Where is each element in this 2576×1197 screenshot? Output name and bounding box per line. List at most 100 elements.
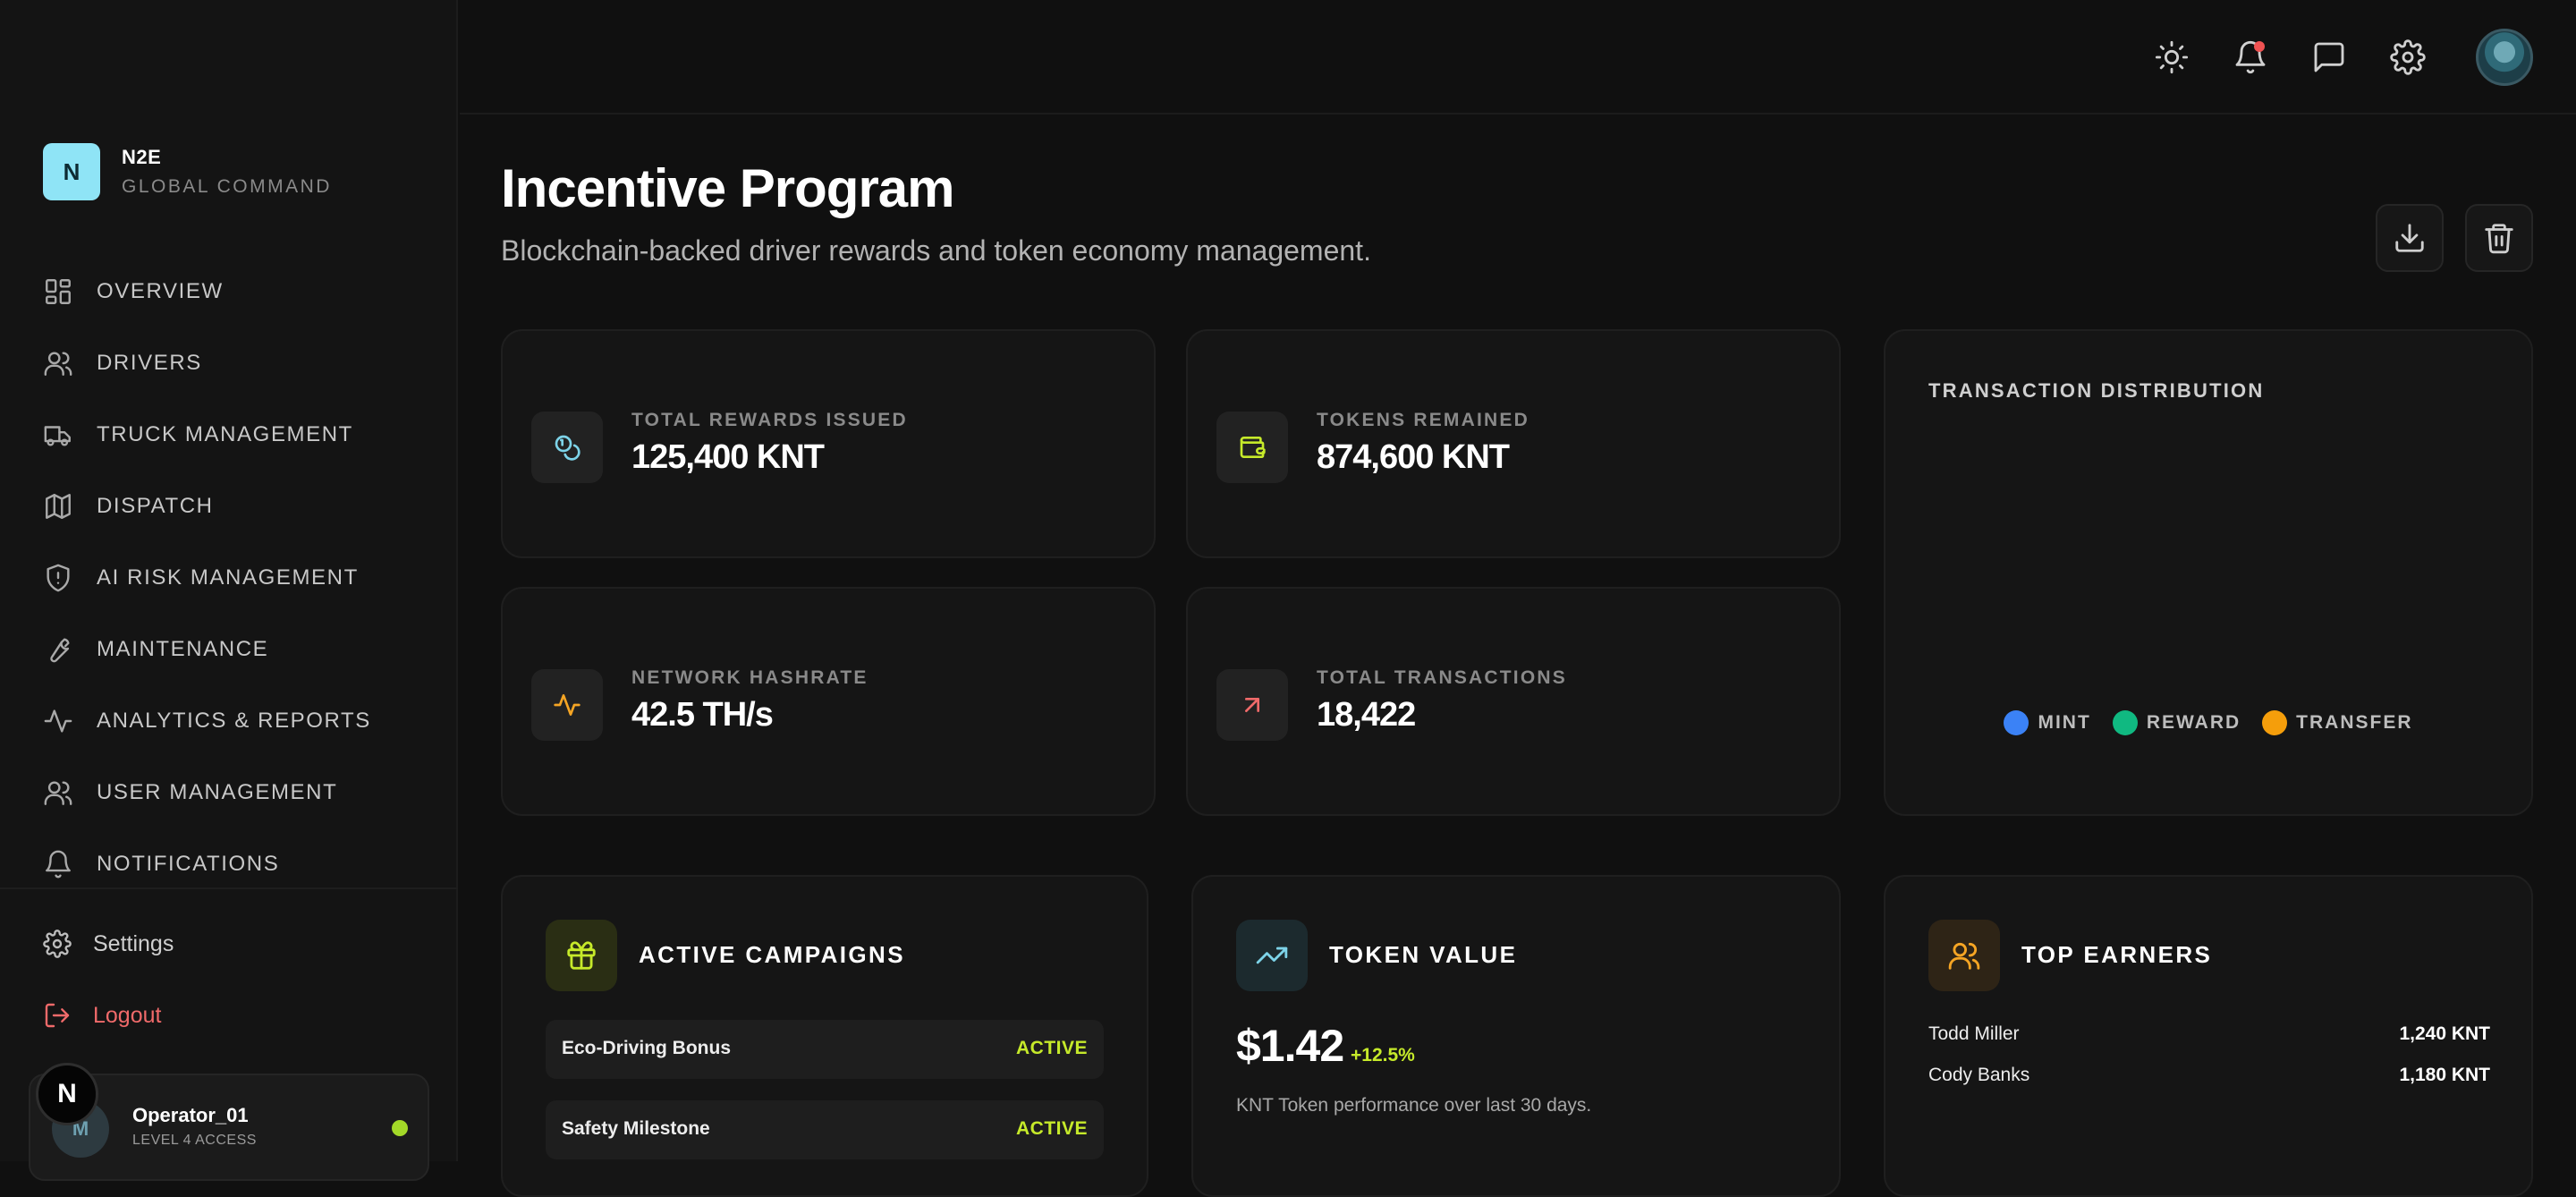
wallet-icon bbox=[1240, 437, 1266, 458]
messages-button[interactable] bbox=[2308, 36, 2351, 79]
stat-card-network-hashrate: NETWORK HASHRATE 42.5 TH/s bbox=[501, 587, 1156, 816]
settings-label: Settings bbox=[93, 930, 174, 956]
delete-button[interactable] bbox=[2465, 204, 2533, 272]
legend-dot bbox=[2004, 710, 2029, 735]
sidebar-item-ai-risk-management[interactable]: AI RISK MANAGEMENT bbox=[43, 542, 436, 614]
sidebar-item-notifications[interactable]: NOTIFICATIONS bbox=[43, 828, 436, 900]
earner-name: Todd Miller bbox=[1928, 1023, 2020, 1044]
page-subtitle: Blockchain-backed driver rewards and tok… bbox=[501, 234, 1371, 267]
earner-amount: 1,240 KNT bbox=[2399, 1023, 2490, 1044]
online-status-indicator bbox=[392, 1120, 408, 1136]
sun-icon bbox=[2155, 40, 2189, 74]
sidebar-item-label: MAINTENANCE bbox=[97, 637, 269, 661]
truck-icon bbox=[44, 426, 71, 446]
page-title: Incentive Program bbox=[501, 158, 955, 218]
stat-card-total-rewards: TOTAL REWARDS ISSUED 125,400 KNT bbox=[501, 329, 1156, 558]
brand-name: N2E bbox=[122, 146, 162, 168]
legend-item-transfer[interactable]: TRANSFER bbox=[2262, 710, 2412, 735]
active-campaigns-card: ACTIVE CAMPAIGNS Eco-Driving Bonus ACTIV… bbox=[501, 875, 1148, 1197]
stat-icon-container bbox=[531, 412, 603, 483]
sidebar-item-user-management[interactable]: USER MANAGEMENT bbox=[43, 757, 436, 828]
logout-link[interactable]: Logout bbox=[43, 1001, 161, 1030]
avatar[interactable] bbox=[2476, 29, 2533, 86]
notifications-button[interactable] bbox=[2229, 36, 2272, 79]
users-icon bbox=[1948, 942, 1980, 970]
activity-icon bbox=[554, 694, 580, 716]
activity-icon bbox=[44, 709, 72, 733]
users-icon bbox=[44, 781, 72, 805]
user-role: LEVEL 4 ACCESS bbox=[132, 1133, 257, 1148]
earner-name: Cody Banks bbox=[1928, 1065, 2030, 1085]
stat-value: 42.5 TH/s bbox=[631, 696, 774, 734]
legend-item-mint[interactable]: MINT bbox=[2004, 710, 2090, 735]
sidebar-item-label: NOTIFICATIONS bbox=[97, 852, 280, 876]
trash-icon bbox=[2485, 224, 2513, 254]
sidebar-item-label: ANALYTICS & REPORTS bbox=[97, 709, 371, 733]
logout-icon bbox=[45, 1003, 70, 1028]
settings-button[interactable] bbox=[2386, 36, 2429, 79]
earner-row[interactable]: Cody Banks 1,180 KNT bbox=[1928, 1065, 2490, 1093]
download-icon bbox=[2395, 224, 2424, 252]
sidebar-item-drivers[interactable]: DRIVERS bbox=[43, 327, 436, 399]
legend-label: REWARD bbox=[2146, 712, 2241, 733]
sidebar-item-maintenance[interactable]: MAINTENANCE bbox=[43, 614, 436, 685]
brand-logo: N bbox=[43, 143, 100, 200]
settings-link[interactable]: Settings bbox=[43, 930, 174, 958]
sidebar-item-label: DRIVERS bbox=[97, 351, 202, 375]
campaign-row[interactable]: Eco-Driving Bonus ACTIVE bbox=[546, 1020, 1104, 1079]
stat-label: TOTAL TRANSACTIONS bbox=[1317, 667, 1567, 688]
token-price: $1.42 bbox=[1236, 1021, 1344, 1071]
message-icon bbox=[2314, 42, 2344, 72]
users-icon bbox=[44, 352, 72, 376]
gift-icon bbox=[567, 941, 596, 970]
stat-icon-container bbox=[1216, 412, 1288, 483]
status-badge: ACTIVE bbox=[1015, 1118, 1088, 1139]
sidebar-item-label: AI RISK MANAGEMENT bbox=[97, 565, 359, 590]
sidebar-item-overview[interactable]: OVERVIEW bbox=[43, 256, 436, 327]
legend-label: TRANSFER bbox=[2296, 712, 2413, 733]
section-icon-container bbox=[546, 920, 617, 991]
earner-amount: 1,180 KNT bbox=[2399, 1065, 2490, 1085]
section-title: TOP EARNERS bbox=[2021, 941, 2213, 968]
legend-label: MINT bbox=[2038, 712, 2091, 733]
earner-row[interactable]: Todd Miller 1,240 KNT bbox=[1928, 1023, 2490, 1052]
transaction-distribution-card: TRANSACTION DISTRIBUTION MINT REWARD TRA… bbox=[1884, 329, 2533, 816]
stat-icon-container bbox=[1216, 669, 1288, 741]
bell-icon bbox=[46, 850, 71, 879]
stat-card-total-transactions: TOTAL TRANSACTIONS 18,422 bbox=[1186, 587, 1841, 816]
stat-card-tokens-remained: TOKENS REMAINED 874,600 KNT bbox=[1186, 329, 1841, 558]
sidebar: N N2E GLOBAL COMMAND OVERVIEW DRIVERS TR… bbox=[0, 0, 458, 1181]
sidebar-item-truck-management[interactable]: TRUCK MANAGEMENT bbox=[43, 399, 436, 471]
notification-dot bbox=[2254, 41, 2265, 52]
dashboard-icon bbox=[46, 279, 71, 304]
trending-up-icon bbox=[1256, 947, 1288, 964]
status-badge: ACTIVE bbox=[1015, 1038, 1088, 1058]
wrench-icon bbox=[50, 638, 70, 663]
floating-n-badge[interactable]: N bbox=[36, 1063, 98, 1125]
download-button[interactable] bbox=[2376, 204, 2444, 272]
token-description: KNT Token performance over last 30 days. bbox=[1236, 1095, 1592, 1116]
stat-label: TOKENS REMAINED bbox=[1317, 410, 1530, 430]
sidebar-item-label: USER MANAGEMENT bbox=[97, 780, 338, 804]
legend-dot bbox=[2262, 710, 2288, 735]
stat-value: 18,422 bbox=[1317, 696, 1416, 734]
coins-icon bbox=[555, 435, 580, 461]
sidebar-item-analytics-reports[interactable]: ANALYTICS & REPORTS bbox=[43, 685, 436, 757]
legend-dot bbox=[2112, 710, 2138, 735]
stat-value: 874,600 KNT bbox=[1317, 438, 1510, 476]
token-value-card: TOKEN VALUE $1.42 +12.5% KNT Token perfo… bbox=[1191, 875, 1841, 1197]
gear-icon bbox=[43, 930, 72, 958]
legend-item-reward[interactable]: REWARD bbox=[2112, 710, 2241, 735]
logout-label: Logout bbox=[93, 1002, 162, 1028]
top-earners-card: TOP EARNERS Todd Miller 1,240 KNT Cody B… bbox=[1884, 875, 2533, 1197]
sidebar-nav: OVERVIEW DRIVERS TRUCK MANAGEMENT DISPAT… bbox=[43, 256, 436, 900]
arrow-up-right-icon bbox=[1245, 698, 1259, 712]
campaign-row[interactable]: Safety Milestone ACTIVE bbox=[546, 1100, 1104, 1159]
stat-value: 125,400 KNT bbox=[631, 438, 825, 476]
brand[interactable]: N N2E GLOBAL COMMAND bbox=[43, 143, 332, 200]
theme-toggle-button[interactable] bbox=[2150, 36, 2193, 79]
sidebar-item-dispatch[interactable]: DISPATCH bbox=[43, 471, 436, 542]
token-change: +12.5% bbox=[1351, 1045, 1415, 1065]
section-title: ACTIVE CAMPAIGNS bbox=[639, 941, 905, 968]
stat-label: NETWORK HASHRATE bbox=[631, 667, 869, 688]
